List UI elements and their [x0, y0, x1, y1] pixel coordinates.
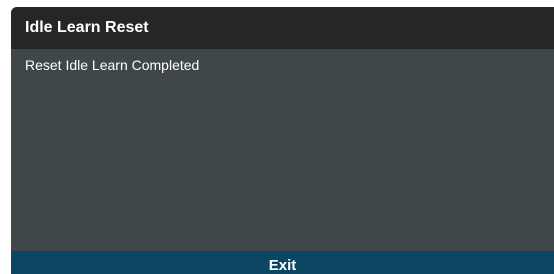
exit-button-label: Exit: [268, 257, 297, 274]
idle-learn-reset-dialog: Idle Learn Reset Reset Idle Learn Comple…: [11, 7, 554, 274]
status-message: Reset Idle Learn Completed: [25, 57, 200, 73]
dialog-title: Idle Learn Reset: [25, 19, 149, 36]
dialog-content: Reset Idle Learn Completed: [11, 49, 554, 251]
dialog-title-bar: Idle Learn Reset: [11, 7, 554, 49]
exit-button[interactable]: Exit: [11, 251, 554, 274]
